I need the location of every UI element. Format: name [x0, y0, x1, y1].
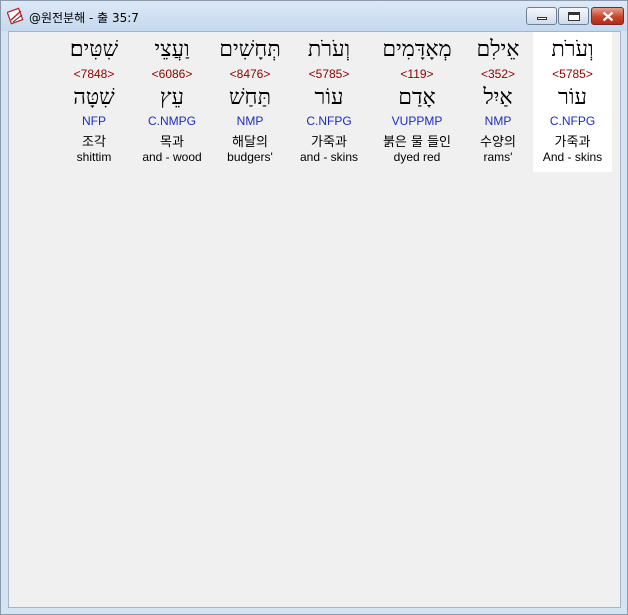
morphology-code: C.NFPG	[306, 114, 352, 128]
english-gloss: and - skins	[299, 150, 359, 164]
english-gloss: shittim	[76, 150, 112, 164]
strong-number[interactable]: <8476>	[213, 67, 287, 81]
minimize-button[interactable]	[526, 7, 557, 25]
strong-number[interactable]: <7848>	[61, 67, 127, 81]
word-column[interactable]: וְעֹרֹת <5785> עוֹר C.NFPG 가죽과 And - ski…	[533, 32, 612, 172]
hebrew-word: תְּחָשִׁים	[219, 37, 281, 62]
english-gloss: And - skins	[542, 150, 603, 164]
word-column[interactable]: אֵילִם <352> אַיִל NMP 수양의 rams'	[467, 32, 529, 172]
morphology-code: NMP	[236, 114, 264, 128]
morphology-code: NFP	[82, 114, 106, 128]
english-gloss: rams'	[483, 150, 513, 164]
word-column[interactable]: תְּחָשִׁים <8476> תַּחַשׁ NMP 해달의 budger…	[213, 32, 287, 172]
strong-number[interactable]: <352>	[467, 67, 529, 81]
hebrew-lemma: עוֹר	[314, 85, 344, 110]
close-button[interactable]	[591, 7, 624, 25]
hebrew-word: אֵילִם	[476, 37, 520, 62]
hebrew-lemma: שִׁטָּה	[73, 85, 115, 110]
hebrew-lemma: תַּחַשׁ	[228, 85, 271, 110]
word-analysis-panel: וְעֹרֹת <5785> עוֹר C.NFPG 가죽과 And - ski…	[8, 31, 621, 608]
morphology-code: C.NMPG	[148, 114, 196, 128]
strong-number[interactable]: <6086>	[137, 67, 207, 81]
hebrew-lemma: עוֹר	[558, 85, 587, 110]
word-column[interactable]: וַעֲצֵי <6086> עֵץ C.NMPG 목과 and - wood	[137, 32, 207, 172]
korean-gloss: 목과	[160, 135, 184, 150]
korean-gloss: 조각	[82, 135, 106, 150]
word-column[interactable]: מְאָדָּמִים <119> אָדַם VUPPMP 붉은 물 들인 d…	[371, 32, 463, 172]
english-gloss: dyed red	[393, 150, 441, 164]
hebrew-word: שִׁטִּים׃	[69, 37, 119, 62]
close-icon	[602, 11, 614, 22]
word-column[interactable]: וְעֹרֹת <5785> עוֹר C.NFPG 가죽과 and - ski…	[293, 32, 365, 172]
korean-gloss: 수양의	[480, 135, 516, 150]
korean-gloss: 붉은 물 들인	[382, 135, 452, 150]
morphology-code: C.NFPG	[549, 114, 596, 128]
hebrew-lemma: עֵץ	[160, 85, 184, 110]
strong-number[interactable]: <119>	[371, 67, 463, 81]
app-book-icon[interactable]	[6, 7, 25, 25]
korean-gloss: 해달의	[232, 135, 268, 150]
hebrew-lemma: אַיִל	[483, 85, 513, 110]
morphology-code: VUPPMP	[391, 114, 443, 128]
korean-gloss: 가죽과	[554, 135, 591, 150]
hebrew-word: וְעֹרֹת	[307, 37, 351, 62]
english-gloss: budgers'	[227, 150, 273, 164]
strong-number[interactable]: <5785>	[293, 67, 365, 81]
title-bar[interactable]: @원전분해 - 출 35:7	[1, 1, 627, 31]
window-title: @원전분해 - 출 35:7	[29, 11, 139, 25]
hebrew-word: וַעֲצֵי	[154, 37, 190, 62]
korean-gloss: 가죽과	[311, 135, 347, 150]
maximize-button[interactable]	[558, 7, 589, 25]
app-window: @원전분해 - 출 35:7 וְעֹרֹת <5785> עוֹר C.NFP…	[0, 0, 628, 615]
morphology-code: NMP	[484, 114, 512, 128]
strong-number[interactable]: <5785>	[533, 67, 612, 81]
hebrew-word: וְעֹרֹת	[551, 37, 594, 62]
hebrew-word: מְאָדָּמִים	[382, 37, 452, 62]
english-gloss: and - wood	[142, 150, 202, 164]
word-column[interactable]: שִׁטִּים׃ <7848> שִׁטָּה NFP 조각 shittim	[61, 32, 127, 172]
hebrew-lemma: אָדַם	[398, 85, 436, 110]
